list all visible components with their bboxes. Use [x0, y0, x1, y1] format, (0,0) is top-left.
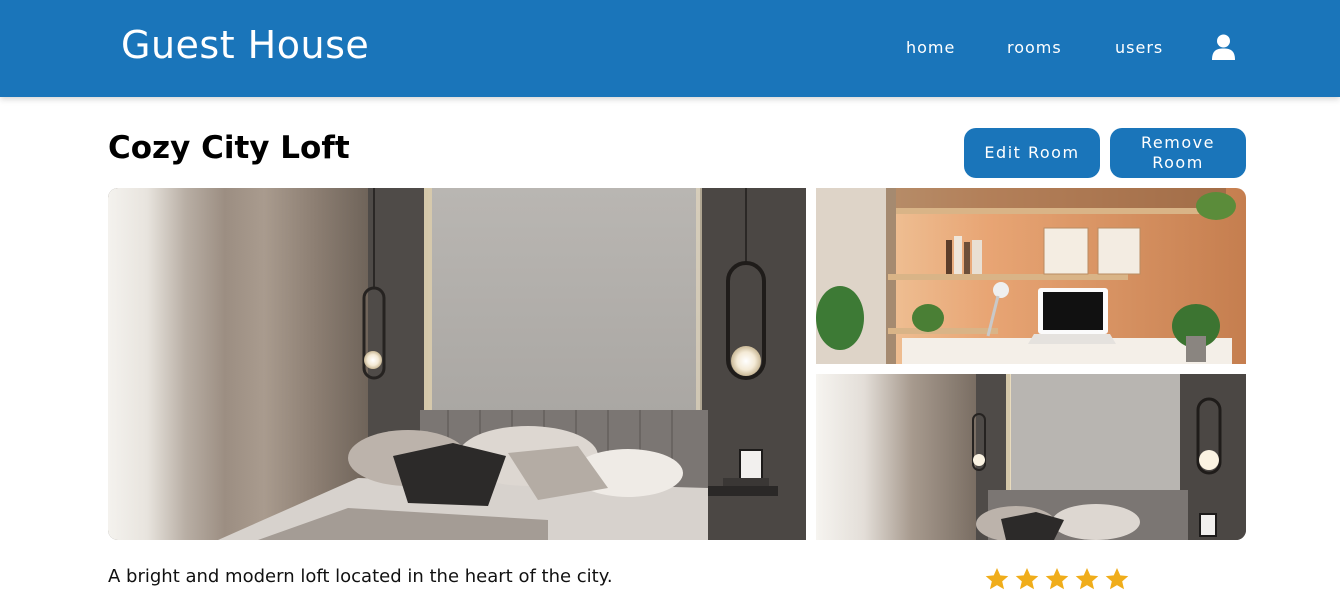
room-photo-main[interactable] [108, 188, 806, 540]
room-description: A bright and modern loft located in the … [108, 566, 613, 587]
user-icon[interactable] [1211, 34, 1236, 60]
room-photo-bedroom[interactable] [816, 374, 1246, 540]
top-navbar: Guest House home rooms users [0, 0, 1340, 97]
nav-link-home[interactable]: home [906, 38, 955, 57]
star-icon [1105, 567, 1129, 590]
star-rating [984, 566, 1130, 600]
star-icon [1015, 567, 1039, 590]
remove-room-button[interactable]: Remove Room [1110, 128, 1246, 178]
room-title: Cozy City Loft [108, 130, 350, 166]
edit-room-button[interactable]: Edit Room [964, 128, 1100, 178]
brand-title[interactable]: Guest House [121, 23, 369, 67]
photo-gallery [108, 188, 1246, 540]
room-photo-desk[interactable] [816, 188, 1246, 364]
nav-link-users[interactable]: users [1115, 38, 1163, 57]
star-icon [985, 567, 1009, 590]
desk-image [816, 188, 1246, 364]
bedroom-thumbnail-image [816, 374, 1246, 540]
bedroom-image [108, 188, 806, 540]
star-icon [1045, 567, 1069, 590]
star-icon [1075, 567, 1099, 590]
nav-link-rooms[interactable]: rooms [1007, 38, 1062, 57]
